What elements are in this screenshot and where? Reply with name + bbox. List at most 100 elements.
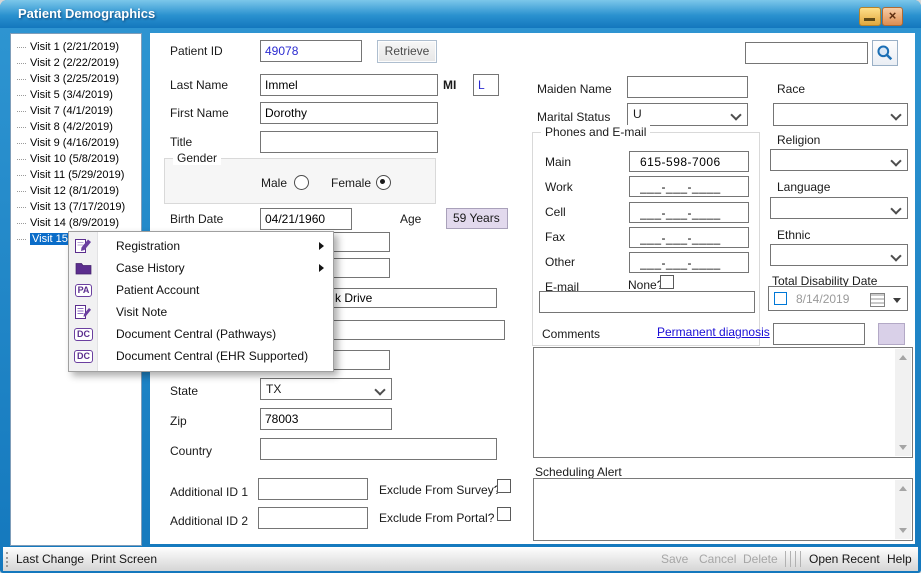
tree-connector [17, 127, 26, 128]
chevron-down-icon [890, 155, 901, 166]
phone-fax-input[interactable] [629, 227, 749, 248]
religion-label: Religion [777, 133, 820, 147]
exclude-survey-checkbox[interactable] [497, 479, 511, 493]
retrieve-button[interactable]: Retrieve [377, 40, 437, 63]
search-input[interactable] [745, 42, 868, 64]
scheduling-alert-textarea[interactable] [533, 478, 913, 541]
state-combo[interactable]: TX [260, 378, 392, 400]
first-name-input[interactable] [260, 102, 438, 124]
menu-item-document-central-ehr[interactable]: DC Document Central (EHR Supported) [69, 345, 333, 367]
tree-item-visit-12[interactable]: Visit 12 (8/1/2019) [11, 183, 141, 199]
last-change-button[interactable]: Last Change [16, 552, 84, 566]
chevron-down-icon [890, 203, 901, 214]
scheduling-alert-scrollbar[interactable] [895, 480, 911, 539]
scroll-down-icon[interactable] [899, 445, 907, 450]
document-central-ehr-icon: DC [74, 348, 93, 364]
total-disability-date-picker[interactable]: 8/14/2019 [768, 286, 908, 311]
case-history-icon [74, 260, 93, 276]
phone-cell-label: Cell [545, 205, 566, 219]
menu-item-patient-account[interactable]: PA Patient Account [69, 279, 333, 301]
country-input[interactable] [260, 438, 497, 460]
language-combo[interactable] [770, 197, 908, 219]
marital-status-combo[interactable]: U [627, 103, 748, 126]
tree-item-visit-14[interactable]: Visit 14 (8/9/2019) [11, 215, 141, 231]
ethnic-combo[interactable] [770, 244, 908, 266]
tree-item-visit-5[interactable]: Visit 5 (3/4/2019) [11, 87, 141, 103]
scroll-down-icon[interactable] [899, 528, 907, 533]
permanent-diagnosis-link[interactable]: Permanent diagnosis [657, 325, 770, 339]
phone-work-input[interactable] [629, 176, 749, 197]
last-name-label: Last Name [170, 78, 228, 92]
additional-id1-label: Additional ID 1 [170, 485, 248, 499]
chevron-down-icon [890, 109, 901, 120]
birth-date-input[interactable] [260, 208, 352, 230]
maiden-name-input[interactable] [627, 76, 748, 98]
visit-note-icon [74, 304, 93, 320]
religion-combo[interactable] [770, 149, 908, 171]
cancel-button[interactable]: Cancel [699, 552, 736, 566]
female-radio[interactable] [376, 175, 391, 190]
male-radio[interactable] [294, 175, 309, 190]
phone-main-input[interactable] [629, 151, 749, 172]
tree-connector [17, 95, 26, 96]
tree-item-visit-13[interactable]: Visit 13 (7/17/2019) [11, 199, 141, 215]
tree-item-visit-9[interactable]: Visit 9 (4/16/2019) [11, 135, 141, 151]
scroll-up-icon[interactable] [899, 486, 907, 491]
menu-item-registration[interactable]: Registration [69, 235, 333, 257]
toolbar-grip[interactable] [6, 552, 11, 567]
tree-item-visit-11[interactable]: Visit 11 (5/29/2019) [11, 167, 141, 183]
menu-item-document-central-pathways[interactable]: DC Document Central (Pathways) [69, 323, 333, 345]
marital-status-value: U [633, 107, 642, 121]
print-screen-button[interactable]: Print Screen [91, 552, 157, 566]
gender-groupbox: Gender Male Female [164, 158, 436, 204]
tree-item-visit-10[interactable]: Visit 10 (5/8/2019) [11, 151, 141, 167]
permanent-diagnosis-button[interactable] [878, 323, 905, 345]
menu-item-visit-note[interactable]: Visit Note [69, 301, 333, 323]
scroll-up-icon[interactable] [899, 355, 907, 360]
patient-id-input[interactable] [260, 40, 362, 62]
title-input[interactable] [260, 131, 438, 153]
open-recent-button[interactable]: Open Recent [809, 552, 880, 566]
phone-other-input[interactable] [629, 252, 749, 273]
tree-connector [17, 175, 26, 176]
phone-other-label: Other [545, 255, 575, 269]
document-central-pathways-icon: DC [74, 326, 93, 342]
permanent-diagnosis-input[interactable] [773, 323, 865, 345]
tree-item-visit-2[interactable]: Visit 2 (2/22/2019) [11, 55, 141, 71]
search-button[interactable] [872, 40, 898, 66]
male-label: Male [261, 176, 287, 190]
tree-item-visit-7[interactable]: Visit 7 (4/1/2019) [11, 103, 141, 119]
tree-item-visit-1[interactable]: Visit 1 (2/21/2019) [11, 39, 141, 55]
tree-item-visit-8[interactable]: Visit 8 (4/2/2019) [11, 119, 141, 135]
phone-cell-input[interactable] [629, 202, 749, 223]
minimize-icon [864, 18, 875, 21]
exclude-portal-checkbox[interactable] [497, 507, 511, 521]
tree-connector [17, 159, 26, 160]
additional-id2-input[interactable] [258, 507, 368, 529]
email-none-checkbox[interactable] [660, 275, 674, 289]
visit-context-menu: Registration Case History PA Patient Acc… [68, 231, 334, 372]
statusbar-separator [795, 551, 796, 567]
tree-item-visit-3[interactable]: Visit 3 (2/25/2019) [11, 71, 141, 87]
save-button[interactable]: Save [661, 552, 688, 566]
tree-connector [17, 111, 26, 112]
tree-connector [17, 207, 26, 208]
comments-scrollbar[interactable] [895, 349, 911, 456]
help-button[interactable]: Help [887, 552, 912, 566]
calendar-dropdown-icon[interactable] [893, 298, 901, 303]
comments-textarea[interactable] [533, 347, 913, 458]
menu-item-case-history[interactable]: Case History [69, 257, 333, 279]
total-disability-date-checkbox[interactable] [774, 292, 787, 305]
last-name-input[interactable] [260, 74, 438, 96]
additional-id1-input[interactable] [258, 478, 368, 500]
mi-input[interactable] [473, 74, 499, 96]
title-bar[interactable]: Patient Demographics × [0, 0, 921, 28]
scheduling-alert-label: Scheduling Alert [535, 465, 622, 479]
close-button[interactable]: × [882, 7, 903, 26]
race-combo[interactable] [773, 103, 908, 126]
phone-work-label: Work [545, 180, 573, 194]
email-input[interactable] [539, 291, 755, 313]
minimize-button[interactable] [859, 7, 881, 26]
delete-button[interactable]: Delete [743, 552, 778, 566]
zip-input[interactable] [260, 408, 392, 430]
